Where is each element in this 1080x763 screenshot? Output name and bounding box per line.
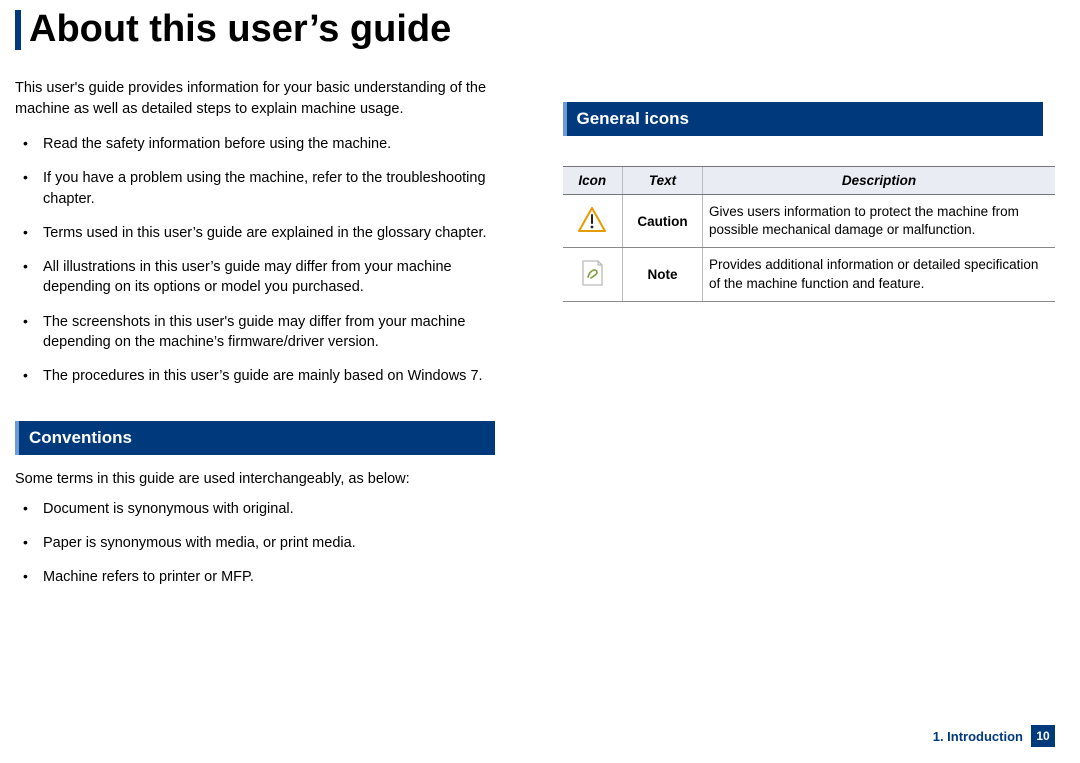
list-item: If you have a problem using the machine,… (19, 168, 508, 209)
main-bullet-list: Read the safety information before using… (15, 134, 508, 387)
icon-cell (563, 248, 623, 301)
list-item: Terms used in this user’s guide are expl… (19, 223, 508, 243)
list-item: The procedures in this user’s guide are … (19, 366, 508, 386)
page-title-bar: About this user’s guide (15, 10, 1055, 50)
icon-text: Caution (623, 194, 703, 247)
list-item: Paper is synonymous with media, or print… (19, 533, 508, 553)
section-heading-conventions: Conventions (15, 421, 495, 455)
intro-paragraph: This user's guide provides information f… (15, 78, 508, 120)
two-column-layout: This user's guide provides information f… (15, 78, 1055, 602)
icon-description: Provides additional information or detai… (703, 248, 1056, 301)
list-item: Read the safety information before using… (19, 134, 508, 154)
list-item: Machine refers to printer or MFP. (19, 567, 508, 587)
icon-cell (563, 194, 623, 247)
general-icons-table: Icon Text Description (563, 166, 1056, 302)
conventions-intro: Some terms in this guide are used interc… (15, 471, 508, 487)
conventions-bullet-list: Document is synonymous with original. Pa… (15, 499, 508, 588)
page-title: About this user’s guide (29, 10, 1055, 50)
right-column: General icons Icon Text Description (563, 78, 1056, 602)
list-item: The screenshots in this user's guide may… (19, 312, 508, 353)
table-row: Note Provides additional information or … (563, 248, 1056, 301)
footer-page-number: 10 (1031, 725, 1055, 747)
footer-chapter: 1. Introduction (933, 729, 1023, 744)
table-header-text: Text (623, 166, 703, 194)
note-icon (578, 258, 606, 291)
table-header-icon: Icon (563, 166, 623, 194)
table-row: Caution Gives users information to prote… (563, 194, 1056, 247)
list-item: All illustrations in this user’s guide m… (19, 257, 508, 298)
icon-description: Gives users information to protect the m… (703, 194, 1056, 247)
list-item: Document is synonymous with original. (19, 499, 508, 519)
section-heading-general-icons: General icons (563, 102, 1043, 136)
left-column: This user's guide provides information f… (15, 78, 508, 602)
page-content: About this user’s guide This user's guid… (0, 0, 1080, 601)
table-header-row: Icon Text Description (563, 166, 1056, 194)
caution-icon (577, 206, 607, 237)
table-header-description: Description (703, 166, 1056, 194)
icon-text: Note (623, 248, 703, 301)
page-footer: 1. Introduction 10 (933, 725, 1055, 747)
